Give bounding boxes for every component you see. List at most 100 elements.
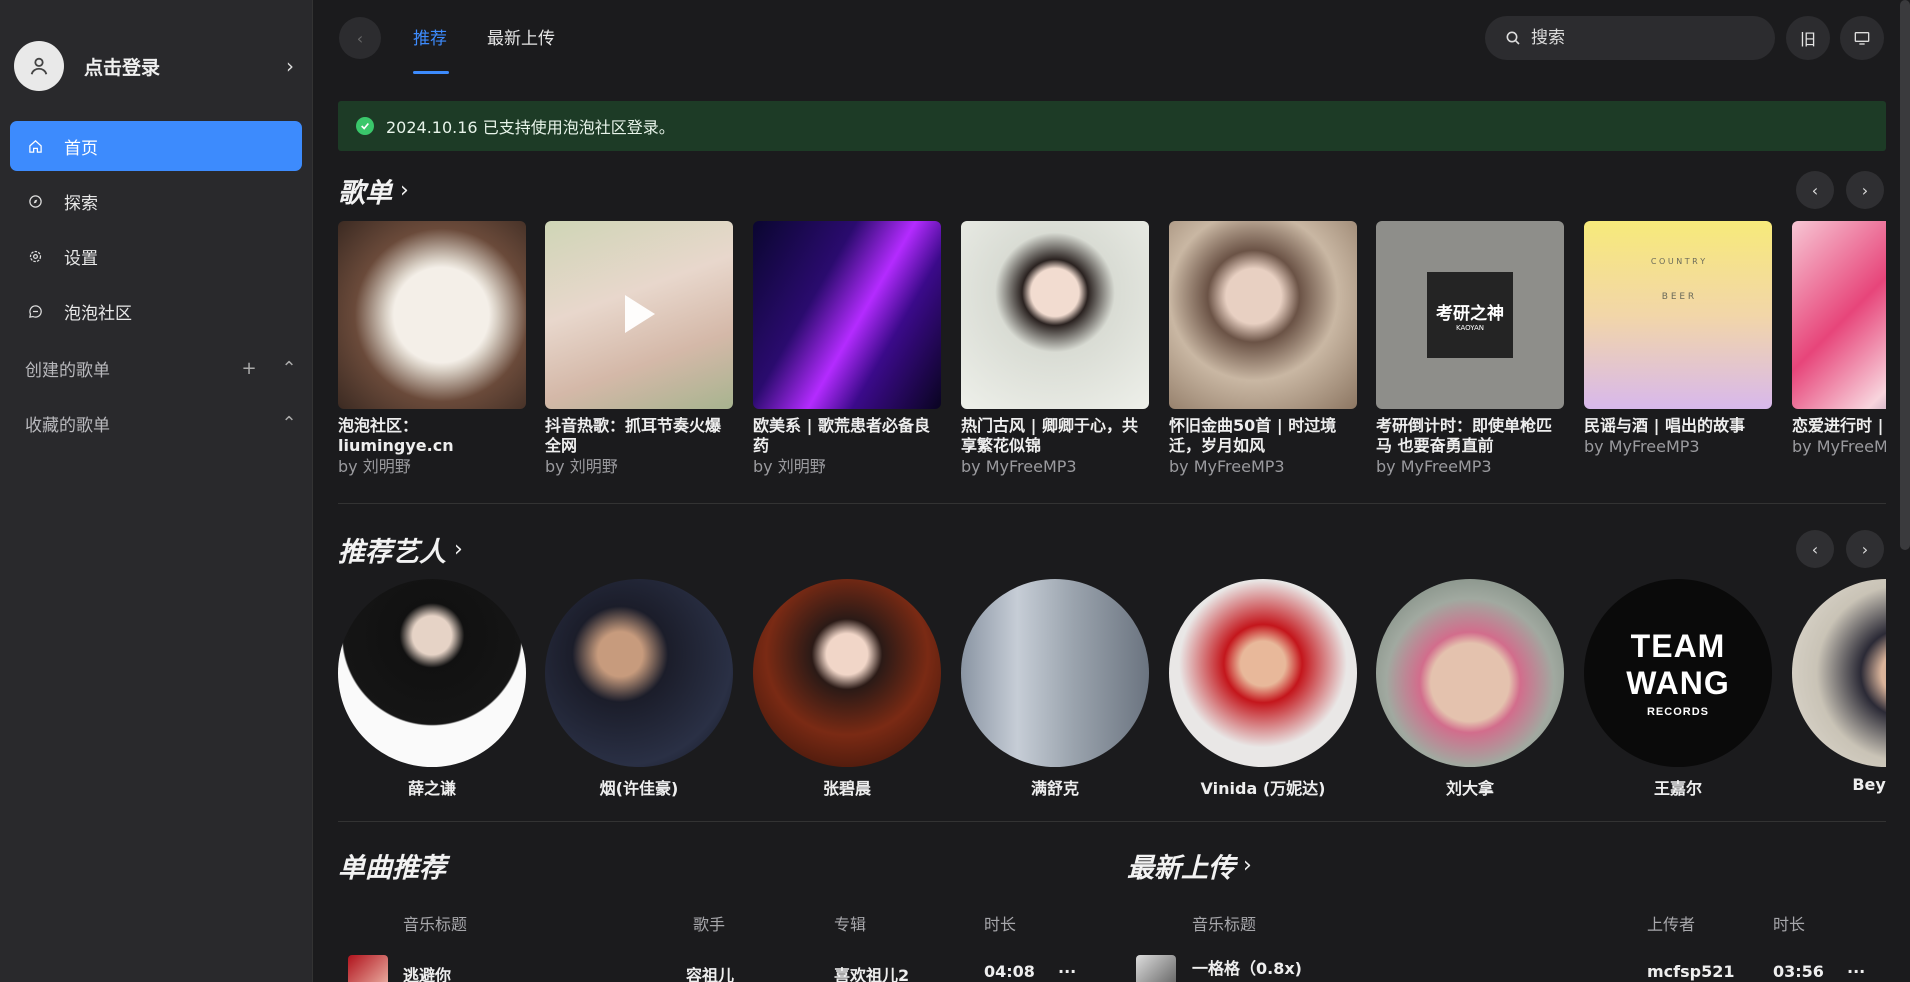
- sidebar-item-community[interactable]: 泡泡社区: [10, 286, 302, 336]
- playlist-row: 泡泡社区：liumingye.cn by 刘明野 抖音热歌：抓耳节奏火爆全网 b…: [338, 221, 1886, 483]
- monitor-icon: [1854, 32, 1870, 45]
- artist-photo: TEAM WANG RECORDS: [1584, 579, 1772, 767]
- playlist-card[interactable]: 考研之神 KAOYAN 考研倒计时：即使单枪匹马 也要奋勇直前 by MyFre…: [1376, 221, 1564, 478]
- uploads-heading[interactable]: 最新上传 ›: [1127, 846, 1252, 885]
- plus-icon[interactable]: +: [236, 358, 262, 379]
- playlist-card[interactable]: 怀旧金曲50首 | 时过境迁，岁月如风 by MyFreeMP3: [1169, 221, 1357, 478]
- playlist-card[interactable]: 欧美系 | 歌荒患者必备良药 by 刘明野: [753, 221, 941, 478]
- search-icon: [1506, 31, 1520, 45]
- sidebar-item-label: 设置: [64, 248, 98, 269]
- artist-photo: [545, 579, 733, 767]
- scrollbar[interactable]: [1900, 0, 1910, 550]
- playlist-title: 考研倒计时：即使单枪匹马 也要奋勇直前: [1376, 416, 1553, 455]
- back-button[interactable]: ‹: [339, 17, 381, 59]
- playlist-author: by MyFreeMP3: [1792, 437, 1886, 456]
- cover-text: 考研之神: [1436, 303, 1504, 324]
- sidebar: 点击登录 › 首页 探索 设置 泡泡社区 创建的歌单 + ⌃ 收藏的歌单 ⌃: [0, 0, 313, 982]
- uploads-title: 最新上传: [1127, 853, 1235, 884]
- chevron-right-icon: ›: [1243, 853, 1252, 878]
- check-circle-icon: [356, 117, 374, 135]
- playlist-title: 泡泡社区：liumingye.cn: [338, 416, 454, 455]
- artist-name: 张碧晨: [822, 779, 871, 798]
- more-icon[interactable]: ···: [1058, 962, 1076, 981]
- created-playlists-label: 创建的歌单: [25, 361, 110, 381]
- upload-thumbnail: [1136, 955, 1176, 982]
- playlist-cover: [1792, 221, 1886, 409]
- playlist-cover: [961, 221, 1149, 409]
- artists-prev-button[interactable]: ‹: [1796, 530, 1834, 568]
- search-box[interactable]: [1485, 16, 1775, 60]
- sidebar-nav: 首页 探索 设置 泡泡社区 创建的歌单 + ⌃ 收藏的歌单 ⌃: [10, 121, 302, 451]
- playlist-card[interactable]: C O U N T R Y B E E R 民谣与酒 | 唱出的故事 by My…: [1584, 221, 1772, 458]
- active-tab-indicator: [413, 71, 449, 74]
- playlists-next-button[interactable]: ›: [1846, 171, 1884, 209]
- search-input[interactable]: [1531, 28, 1751, 48]
- chevron-right-icon: ›: [1861, 180, 1869, 200]
- saved-playlists-label: 收藏的歌单: [25, 416, 110, 436]
- artist-card[interactable]: Beyond: [1792, 579, 1886, 794]
- sidebar-item-home[interactable]: 首页: [10, 121, 302, 171]
- playlists-title: 歌单: [338, 178, 392, 209]
- sidebar-item-label: 泡泡社区: [64, 303, 132, 324]
- song-title[interactable]: 逃避你: [403, 962, 451, 982]
- upload-title[interactable]: 一格格（0.8x): [1192, 955, 1302, 979]
- avatar: [14, 41, 64, 91]
- artist-card[interactable]: 张碧晨: [753, 579, 941, 799]
- songs-title: 单曲推荐: [338, 853, 446, 884]
- playlist-title: 热门古风 | 卿卿于心，共享繁花似锦: [961, 416, 1138, 455]
- login-button[interactable]: 点击登录 ›: [14, 40, 300, 92]
- artist-photo: [1376, 579, 1564, 767]
- song-album[interactable]: 喜欢祖儿2: [834, 962, 909, 982]
- col-duration-header: 时长: [1773, 915, 1806, 934]
- playlist-card[interactable]: 抖音热歌：抓耳节奏火爆全网 by 刘明野: [545, 221, 733, 478]
- artist-card[interactable]: 薛之谦: [338, 579, 526, 799]
- sidebar-item-explore[interactable]: 探索: [10, 176, 302, 226]
- artist-photo: [338, 579, 526, 767]
- playlist-title: 恋爱进行时 | 万种可能: [1792, 416, 1886, 435]
- song-thumbnail: [348, 955, 388, 982]
- playlist-author: by MyFreeMP3: [1376, 457, 1492, 476]
- artist-name: Vinida (万妮达): [1200, 779, 1326, 798]
- playlists-prev-button[interactable]: ‹: [1796, 171, 1834, 209]
- col-uploader-header: 上传者: [1647, 915, 1696, 934]
- artists-next-button[interactable]: ›: [1846, 530, 1884, 568]
- playlist-card[interactable]: 恋爱进行时 | 万种可能 by MyFreeMP3: [1792, 221, 1886, 458]
- artist-name: Beyond: [1852, 775, 1886, 794]
- artist-card[interactable]: 满舒克: [961, 579, 1149, 799]
- playlist-card[interactable]: 泡泡社区：liumingye.cn by 刘明野: [338, 221, 526, 478]
- chevron-up-icon[interactable]: ⌃: [276, 358, 302, 379]
- artist-card[interactable]: TEAM WANG RECORDS 王嘉尔: [1584, 579, 1772, 799]
- playlists-heading[interactable]: 歌单 ›: [338, 171, 409, 210]
- team-wang-logo-subtext: RECORDS: [1646, 706, 1709, 718]
- playlist-cover: 考研之神 KAOYAN: [1376, 221, 1564, 409]
- user-icon: [30, 57, 48, 75]
- artists-title: 推荐艺人: [338, 537, 446, 568]
- legacy-version-button[interactable]: 旧: [1786, 16, 1830, 60]
- chevron-up-icon[interactable]: ⌃: [276, 413, 302, 434]
- playlist-cover: [753, 221, 941, 409]
- col-title-header: 音乐标题: [1192, 915, 1257, 934]
- tab-latest-upload[interactable]: 最新上传: [487, 24, 555, 49]
- artist-card[interactable]: 烟(许佳豪): [545, 579, 733, 799]
- more-icon[interactable]: ···: [1847, 962, 1865, 981]
- upload-duration: 03:56: [1773, 962, 1824, 981]
- tab-recommend[interactable]: 推荐: [413, 24, 447, 49]
- song-artist[interactable]: 容祖儿: [686, 962, 734, 982]
- artist-photo: [1169, 579, 1357, 767]
- display-button[interactable]: [1840, 16, 1884, 60]
- sidebar-item-label: 探索: [64, 193, 98, 214]
- artist-name: 满舒克: [1030, 779, 1079, 798]
- chevron-left-icon: ‹: [1811, 180, 1819, 200]
- artist-card[interactable]: 刘大拿: [1376, 579, 1564, 799]
- playlist-cover: [1169, 221, 1357, 409]
- artist-photo: [1792, 579, 1886, 767]
- divider: [338, 503, 1886, 504]
- topbar: ‹ 推荐 最新上传 旧: [314, 0, 1910, 75]
- notice-text: 2024.10.16 已支持使用泡泡社区登录。: [386, 118, 675, 137]
- play-icon[interactable]: [625, 295, 655, 333]
- sidebar-item-settings[interactable]: 设置: [10, 231, 302, 281]
- artist-card[interactable]: Vinida (万妮达): [1169, 579, 1357, 799]
- col-album-header: 专辑: [834, 915, 867, 934]
- playlist-card[interactable]: 热门古风 | 卿卿于心，共享繁花似锦 by MyFreeMP3: [961, 221, 1149, 478]
- artists-heading[interactable]: 推荐艺人 ›: [338, 530, 463, 569]
